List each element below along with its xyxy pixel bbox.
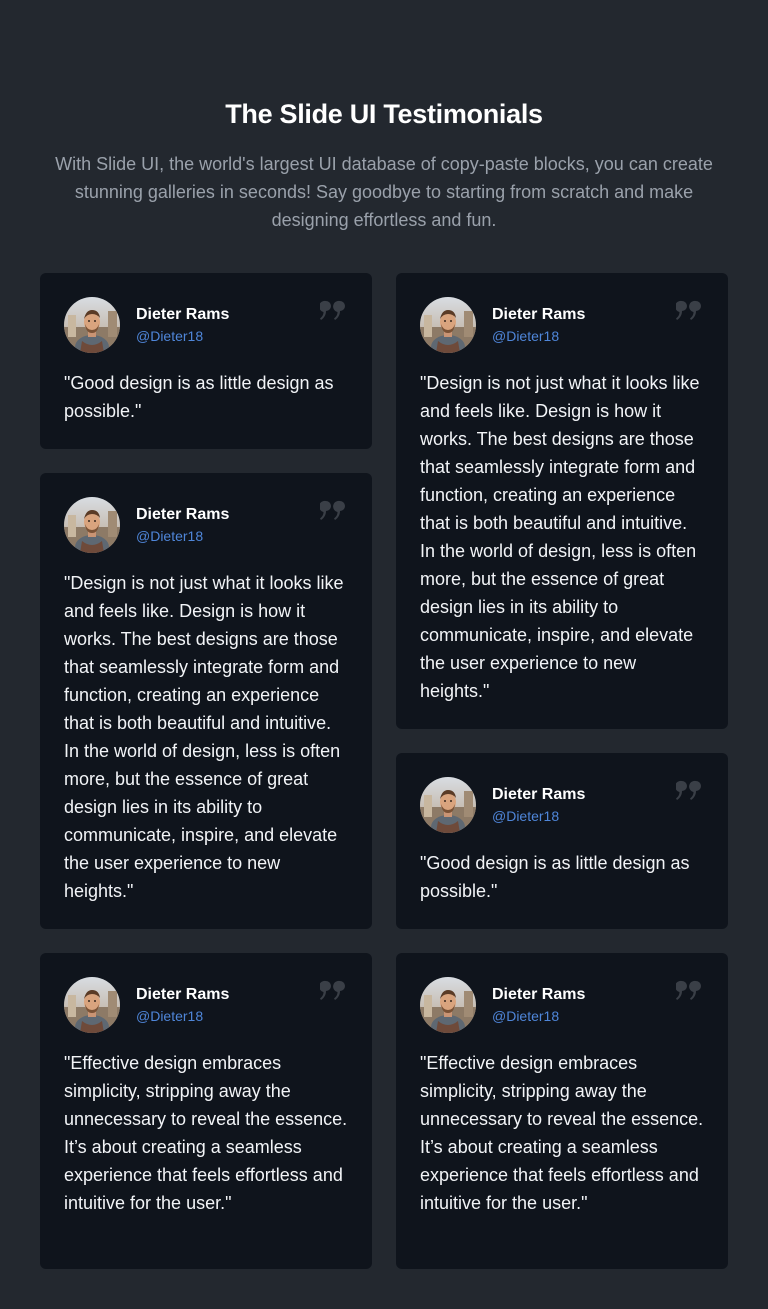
page-title: The Slide UI Testimonials [225, 99, 543, 129]
testimonials-section: The Slide UI Testimonials With Slide UI,… [0, 0, 768, 1309]
quote-icon [319, 499, 348, 523]
author-handle[interactable]: @Dieter18 [136, 526, 203, 546]
avatar[interactable] [420, 777, 476, 833]
author-handle[interactable]: @Dieter18 [136, 1006, 203, 1026]
testimonial-quote: "Good design is as little design as poss… [64, 373, 334, 421]
testimonial-card: Dieter Rams @Dieter18 "Effective design … [40, 953, 372, 1269]
testimonial-card: Dieter Rams @Dieter18 "Good design is as… [40, 273, 372, 449]
author-handle[interactable]: @Dieter18 [492, 806, 559, 826]
author-name[interactable]: Dieter Rams [492, 984, 585, 1006]
author-name[interactable]: Dieter Rams [136, 504, 229, 526]
quote-icon [675, 299, 704, 323]
avatar[interactable] [64, 297, 120, 353]
author-name[interactable]: Dieter Rams [136, 304, 229, 326]
avatar[interactable] [420, 977, 476, 1033]
author-name[interactable]: Dieter Rams [136, 984, 229, 1006]
avatar[interactable] [64, 977, 120, 1033]
author-handle[interactable]: @Dieter18 [492, 326, 559, 346]
author-handle[interactable]: @Dieter18 [136, 326, 203, 346]
testimonial-card: Dieter Rams @Dieter18 "Good design is as… [396, 753, 728, 929]
testimonial-quote: "Good design is as little design as poss… [420, 853, 690, 901]
quote-icon [319, 299, 348, 323]
testimonial-card: Dieter Rams @Dieter18 "Design is not jus… [396, 273, 728, 729]
testimonial-card: Dieter Rams @Dieter18 "Effective design … [396, 953, 728, 1269]
quote-icon [675, 779, 704, 803]
quote-icon [675, 979, 704, 1003]
testimonial-quote: "Effective design embraces simplicity, s… [420, 1053, 704, 1213]
page-subtitle: With Slide UI, the world's largest UI da… [55, 154, 713, 230]
testimonial-quote: "Effective design embraces simplicity, s… [64, 1053, 348, 1213]
quote-icon [319, 979, 348, 1003]
avatar[interactable] [420, 297, 476, 353]
avatar[interactable] [64, 497, 120, 553]
testimonial-quote: "Design is not just what it looks like a… [420, 373, 700, 701]
testimonial-card: Dieter Rams @Dieter18 "Design is not jus… [40, 473, 372, 929]
author-name[interactable]: Dieter Rams [492, 304, 585, 326]
testimonial-quote: "Design is not just what it looks like a… [64, 573, 344, 901]
author-handle[interactable]: @Dieter18 [492, 1006, 559, 1026]
author-name[interactable]: Dieter Rams [492, 784, 585, 806]
